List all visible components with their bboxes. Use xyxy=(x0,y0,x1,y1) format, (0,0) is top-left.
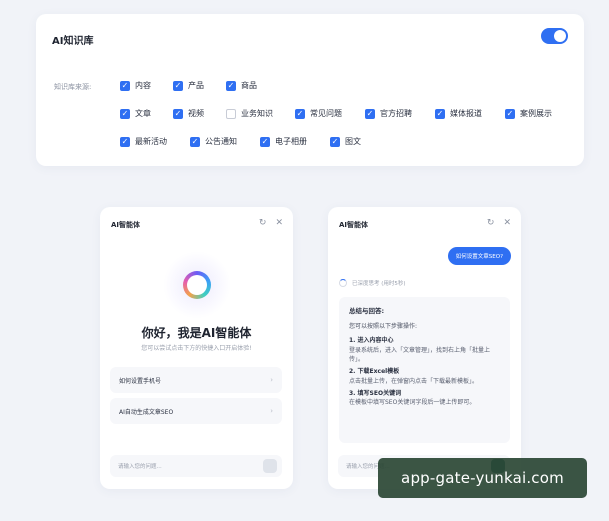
panel-title: AI智能体 xyxy=(339,221,369,229)
greeting-subtitle: 您可以尝试点击下方的快捷入口开启体验! xyxy=(141,345,252,352)
kb-option-label: 业务知识 xyxy=(241,109,273,118)
kb-option-media[interactable]: ✓ 媒体报道 xyxy=(435,108,482,119)
check-icon: ✓ xyxy=(190,136,200,147)
kb-option-notices[interactable]: ✓ 公告通知 xyxy=(190,136,237,147)
check-icon: ✓ xyxy=(120,136,130,147)
answer-bubble: 总结与回答: 您可以按照以下步骤操作: 1. 进入内容中心 登录系统后，进入「文… xyxy=(339,297,510,443)
thinking-status: 已深度思考 (用时5秒) xyxy=(339,279,406,287)
chevron-right-icon: › xyxy=(270,407,273,415)
kb-option-graphic[interactable]: ✓ 图文 xyxy=(330,136,361,147)
suggestion-item[interactable]: AI自动生成文章SEO › xyxy=(110,398,282,424)
watermark: app-gate-yunkai.com xyxy=(378,458,587,498)
step-title: 3. 填写SEO关键词 xyxy=(349,389,402,397)
step-title: 1. 进入内容中心 xyxy=(349,337,394,345)
step-desc: 点击批量上传，在弹窗内点击「下载最新模板」。 xyxy=(349,377,479,385)
kb-option-album[interactable]: ✓ 电子相册 xyxy=(260,136,307,147)
kb-option-label: 媒体报道 xyxy=(450,109,482,118)
kb-option-label: 电子相册 xyxy=(275,137,307,146)
toggle-knob xyxy=(554,30,566,42)
suggestion-item[interactable]: 如何设置手机号 › xyxy=(110,367,282,393)
check-icon: ✓ xyxy=(505,108,515,119)
check-icon: ✓ xyxy=(365,108,375,119)
suggestion-label: 如何设置手机号 xyxy=(119,377,162,385)
answer-intro: 您可以按照以下步骤操作: xyxy=(349,323,418,331)
step-desc: 在模板中填写SEO关键词字段后一键上传即可。 xyxy=(349,399,476,407)
send-icon[interactable] xyxy=(263,459,277,473)
kb-option-label: 内容 xyxy=(135,81,151,90)
kb-option-label: 常见问题 xyxy=(310,109,342,118)
check-icon: ✓ xyxy=(120,108,130,119)
suggestion-label: AI自动生成文章SEO xyxy=(119,408,174,416)
kb-option-label: 案例展示 xyxy=(520,109,552,118)
check-icon: ✓ xyxy=(330,136,340,147)
check-icon: ✓ xyxy=(435,108,445,119)
kb-option-video[interactable]: ✓ 视频 xyxy=(173,108,204,119)
kb-option-product[interactable]: ✓ 产品 xyxy=(173,80,204,91)
ai-agent-panel-welcome: AI智能体 ↻ ✕ 你好，我是AI智能体 您可以尝试点击下方的快捷入口开启体验!… xyxy=(100,207,293,489)
kb-option-business-knowledge[interactable]: 业务知识 xyxy=(226,108,273,119)
kb-option-recruitment[interactable]: ✓ 官方招聘 xyxy=(365,108,412,119)
check-icon: ✓ xyxy=(295,108,305,119)
answer-heading: 总结与回答: xyxy=(349,307,385,315)
close-icon[interactable]: ✕ xyxy=(503,218,511,228)
check-icon: ✓ xyxy=(260,136,270,147)
kb-toggle[interactable] xyxy=(541,28,568,44)
kb-option-label: 视频 xyxy=(188,109,204,118)
kb-option-label: 最新活动 xyxy=(135,137,167,146)
refresh-icon[interactable]: ↻ xyxy=(259,218,267,228)
kb-option-label: 公告通知 xyxy=(205,137,237,146)
kb-option-label: 官方招聘 xyxy=(380,109,412,118)
greeting-title: 你好，我是AI智能体 xyxy=(141,326,252,340)
check-icon: ✓ xyxy=(173,108,183,119)
check-icon: ✓ xyxy=(120,80,130,91)
kb-option-faq[interactable]: ✓ 常见问题 xyxy=(295,108,342,119)
checkbox-empty-icon xyxy=(226,108,236,119)
step-desc: 登录系统后，进入「文章管理」，找到右上角「批量上传」。 xyxy=(349,346,491,363)
kb-option-events[interactable]: ✓ 最新活动 xyxy=(120,136,167,147)
close-icon[interactable]: ✕ xyxy=(275,218,283,228)
ai-agent-panel-answer: AI智能体 ↻ ✕ 如何设置文章SEO? 已深度思考 (用时5秒) 总结与回答:… xyxy=(328,207,521,489)
user-message: 如何设置文章SEO? xyxy=(447,247,511,265)
kb-option-label: 商品 xyxy=(241,81,257,90)
kb-option-label: 文章 xyxy=(135,109,151,118)
kb-source-label: 知识库来源: xyxy=(54,83,92,91)
refresh-icon[interactable]: ↻ xyxy=(487,218,495,228)
spinner-icon xyxy=(339,279,347,287)
chat-input-placeholder: 请输入您的问题... xyxy=(118,464,162,470)
chevron-right-icon: › xyxy=(270,376,273,384)
check-icon: ✓ xyxy=(173,80,183,91)
knowledge-base-card: AI知识库 知识库来源: ✓ 内容 ✓ 产品 ✓ 商品 ✓ 文章 ✓ 视频 业务知识 ✓ 常… xyxy=(36,14,584,166)
chat-input[interactable]: 请输入您的问题... xyxy=(110,455,282,477)
check-icon: ✓ xyxy=(226,80,236,91)
kb-option-content[interactable]: ✓ 内容 xyxy=(120,80,151,91)
kb-option-label: 产品 xyxy=(188,81,204,90)
kb-title: AI知识库 xyxy=(52,36,94,47)
panel-title: AI智能体 xyxy=(111,221,141,229)
ai-logo-ring xyxy=(183,271,211,299)
kb-option-label: 图文 xyxy=(345,137,361,146)
kb-option-goods[interactable]: ✓ 商品 xyxy=(226,80,257,91)
kb-option-cases[interactable]: ✓ 案例展示 xyxy=(505,108,552,119)
kb-option-article[interactable]: ✓ 文章 xyxy=(120,108,151,119)
step-title: 2. 下载Excel模板 xyxy=(349,368,400,376)
thinking-label: 已深度思考 (用时5秒) xyxy=(352,281,406,287)
